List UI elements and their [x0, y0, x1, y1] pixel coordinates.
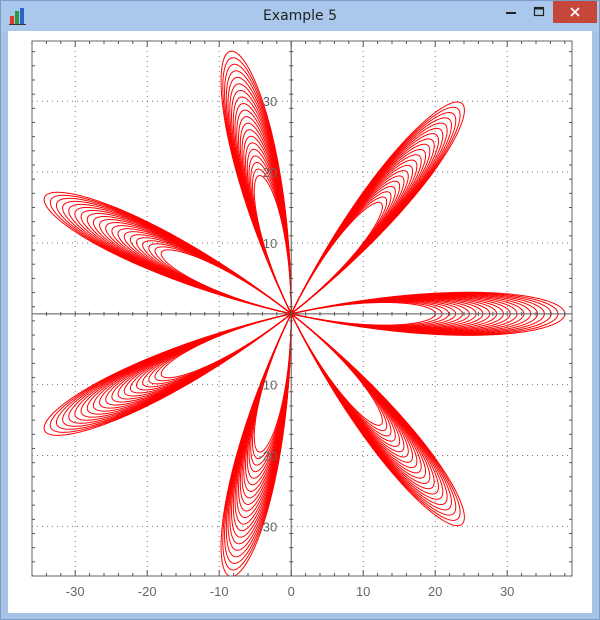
app-window: Example 5 -30 -20 -10 0 10 20 30 -30 -20 -10 10 20 3…	[0, 0, 600, 620]
plot-frame	[31, 40, 573, 577]
plot-area: -30 -20 -10 0 10 20 30 -30 -20 -10 10 20 30	[8, 31, 592, 613]
rose-curve-chart: -30 -20 -10 0 10 20 30 -30 -20 -10 10 20 30	[31, 40, 573, 599]
x-tick-label: -20	[138, 584, 157, 599]
close-button[interactable]	[553, 1, 597, 23]
minimize-icon	[506, 12, 516, 14]
y-tick-label: 10	[263, 236, 277, 251]
minimize-button[interactable]	[497, 1, 525, 23]
y-tick-label: -10	[258, 378, 277, 393]
close-icon	[570, 7, 580, 17]
maximize-button[interactable]	[525, 1, 553, 23]
y-tick-label: -30	[258, 519, 277, 534]
title-bar[interactable]: Example 5	[1, 1, 599, 31]
x-tick-label: 10	[356, 584, 370, 599]
x-tick-label: -10	[210, 584, 229, 599]
y-tick-label: 20	[263, 165, 277, 180]
maximize-icon	[533, 6, 545, 17]
y-tick-label: -20	[258, 449, 277, 464]
x-tick-label: 20	[428, 584, 442, 599]
x-tick-label: 0	[288, 584, 295, 599]
x-tick-label: -30	[66, 584, 85, 599]
y-tick-label: 30	[263, 94, 277, 109]
x-tick-label: 30	[500, 584, 514, 599]
